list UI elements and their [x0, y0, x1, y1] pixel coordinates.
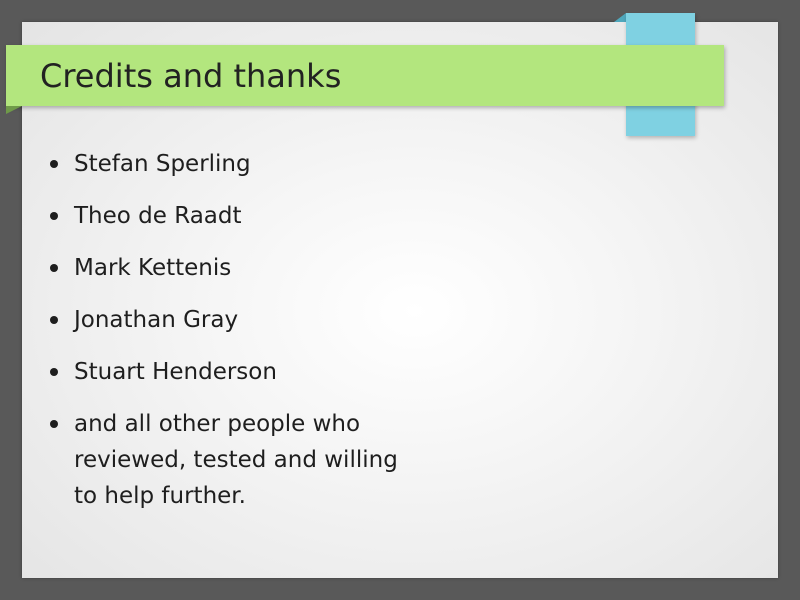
slide-title: Credits and thanks	[40, 57, 342, 95]
bullet-list: Stefan Sperling Theo de Raadt Mark Kette…	[48, 146, 428, 530]
bullet-dot-icon	[50, 420, 58, 428]
bullet-dot-icon	[50, 368, 58, 376]
bullet-dot-icon	[50, 160, 58, 168]
bullet-text: Stuart Henderson	[74, 359, 277, 385]
bullet-item: Stuart Henderson	[48, 354, 428, 390]
accent-corner-shape	[614, 13, 626, 22]
bullet-text: and all other people who reviewed, teste…	[74, 411, 398, 509]
bullet-dot-icon	[50, 316, 58, 324]
bullet-dot-icon	[50, 212, 58, 220]
bullet-item: and all other people who reviewed, teste…	[48, 406, 428, 514]
bullet-text: Jonathan Gray	[74, 307, 239, 333]
bullet-item: Mark Kettenis	[48, 250, 428, 286]
bullet-text: Mark Kettenis	[74, 255, 232, 281]
bullet-item: Theo de Raadt	[48, 198, 428, 234]
bullet-item: Jonathan Gray	[48, 302, 428, 338]
bullet-text: Theo de Raadt	[74, 203, 242, 229]
title-band-fold	[6, 106, 22, 114]
bullet-text: Stefan Sperling	[74, 151, 251, 177]
bullet-dot-icon	[50, 264, 58, 272]
bullet-item: Stefan Sperling	[48, 146, 428, 182]
